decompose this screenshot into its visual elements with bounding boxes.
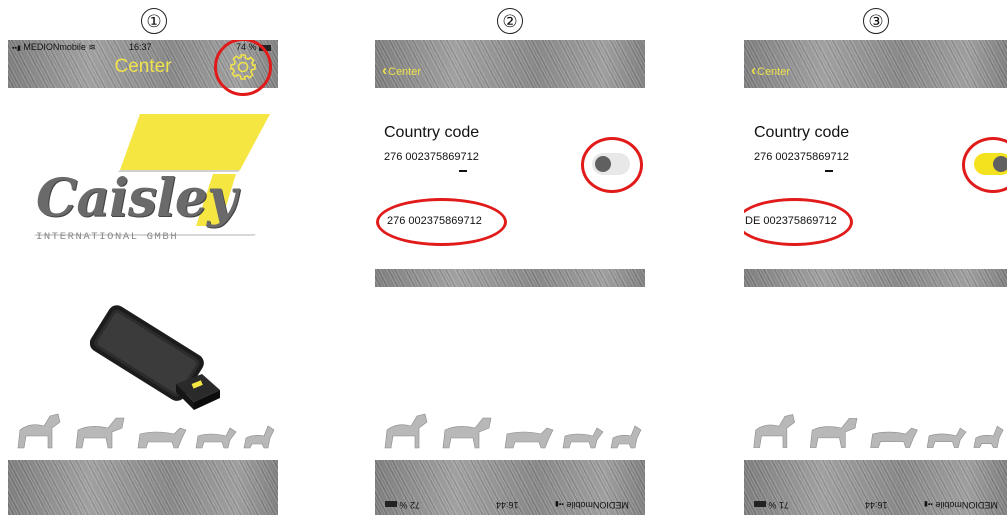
chevron-left-icon: ‹ [382,62,387,79]
step-number-2: ② [497,8,523,34]
chevron-left-icon: ‹ [751,62,756,79]
back-button[interactable]: ‹Center [382,62,421,79]
divider-bar [744,269,1007,287]
navigation-bar: ‹Center [375,40,645,88]
step-number-3: ③ [863,8,889,34]
back-button[interactable]: ‹Center [751,62,790,79]
toggle-highlight-ring [581,137,643,193]
phone-reader-illustration [90,305,220,410]
result-highlight-ring [376,198,507,246]
code-value: 276 002375869712 [384,151,479,163]
status-battery: 71 % [754,500,789,510]
animals-silhouette [17,413,275,449]
status-carrier: MEDIONmobile ▪▪▮ [924,500,998,510]
divider-bar [375,269,645,287]
battery-icon [754,501,766,508]
bottom-bar [8,460,278,515]
country-code-label: Country code [384,124,480,141]
equals-divider [825,170,833,172]
signal-icon: ▪▪▮ [12,45,21,52]
status-time: 16:44 [865,500,888,510]
bottom-bar: 72 % 16:44 MEDIONmobile ▪▪▮ [375,460,645,515]
result-highlight-ring [744,198,853,246]
logo-subtext: INTERNATIONAL GMBH [36,231,179,243]
status-carrier: MEDIONmobile ▪▪▮ [555,500,629,510]
equals-divider [459,170,467,172]
signal-icon: ▪▪▮ [924,500,933,507]
navigation-bar: ‹Center [744,40,1007,88]
status-battery: 72 % [385,500,420,510]
status-time: 16:44 [496,500,519,510]
country-code-label: Country code [754,124,850,141]
step-number-1: ① [141,8,167,34]
logo-wordmark: Caisley [36,168,237,229]
animals-silhouette [753,414,1004,448]
wifi-icon: ≋ [88,42,96,52]
screen-country-code-off: ‹Center Country code 276 002375869712 27… [375,40,645,515]
settings-highlight-ring [214,40,272,96]
code-value: 276 002375869712 [754,151,849,163]
animals-silhouette [384,413,642,449]
battery-icon [385,501,397,508]
status-carrier: ▪▪▮ MEDIONmobile ≋ [12,42,96,52]
bottom-bar: 71 % 16:44 MEDIONmobile ▪▪▮ [744,460,1007,515]
screen-country-code-on: ‹Center Country code 276 002375869712 DE… [744,40,1007,515]
status-time: 16:37 [129,42,152,52]
screen-center-home: ▪▪▮ MEDIONmobile ≋ 16:37 74 % Center Cai… [8,40,278,515]
toggle-highlight-ring [962,137,1007,193]
signal-icon: ▪▪▮ [555,500,564,507]
